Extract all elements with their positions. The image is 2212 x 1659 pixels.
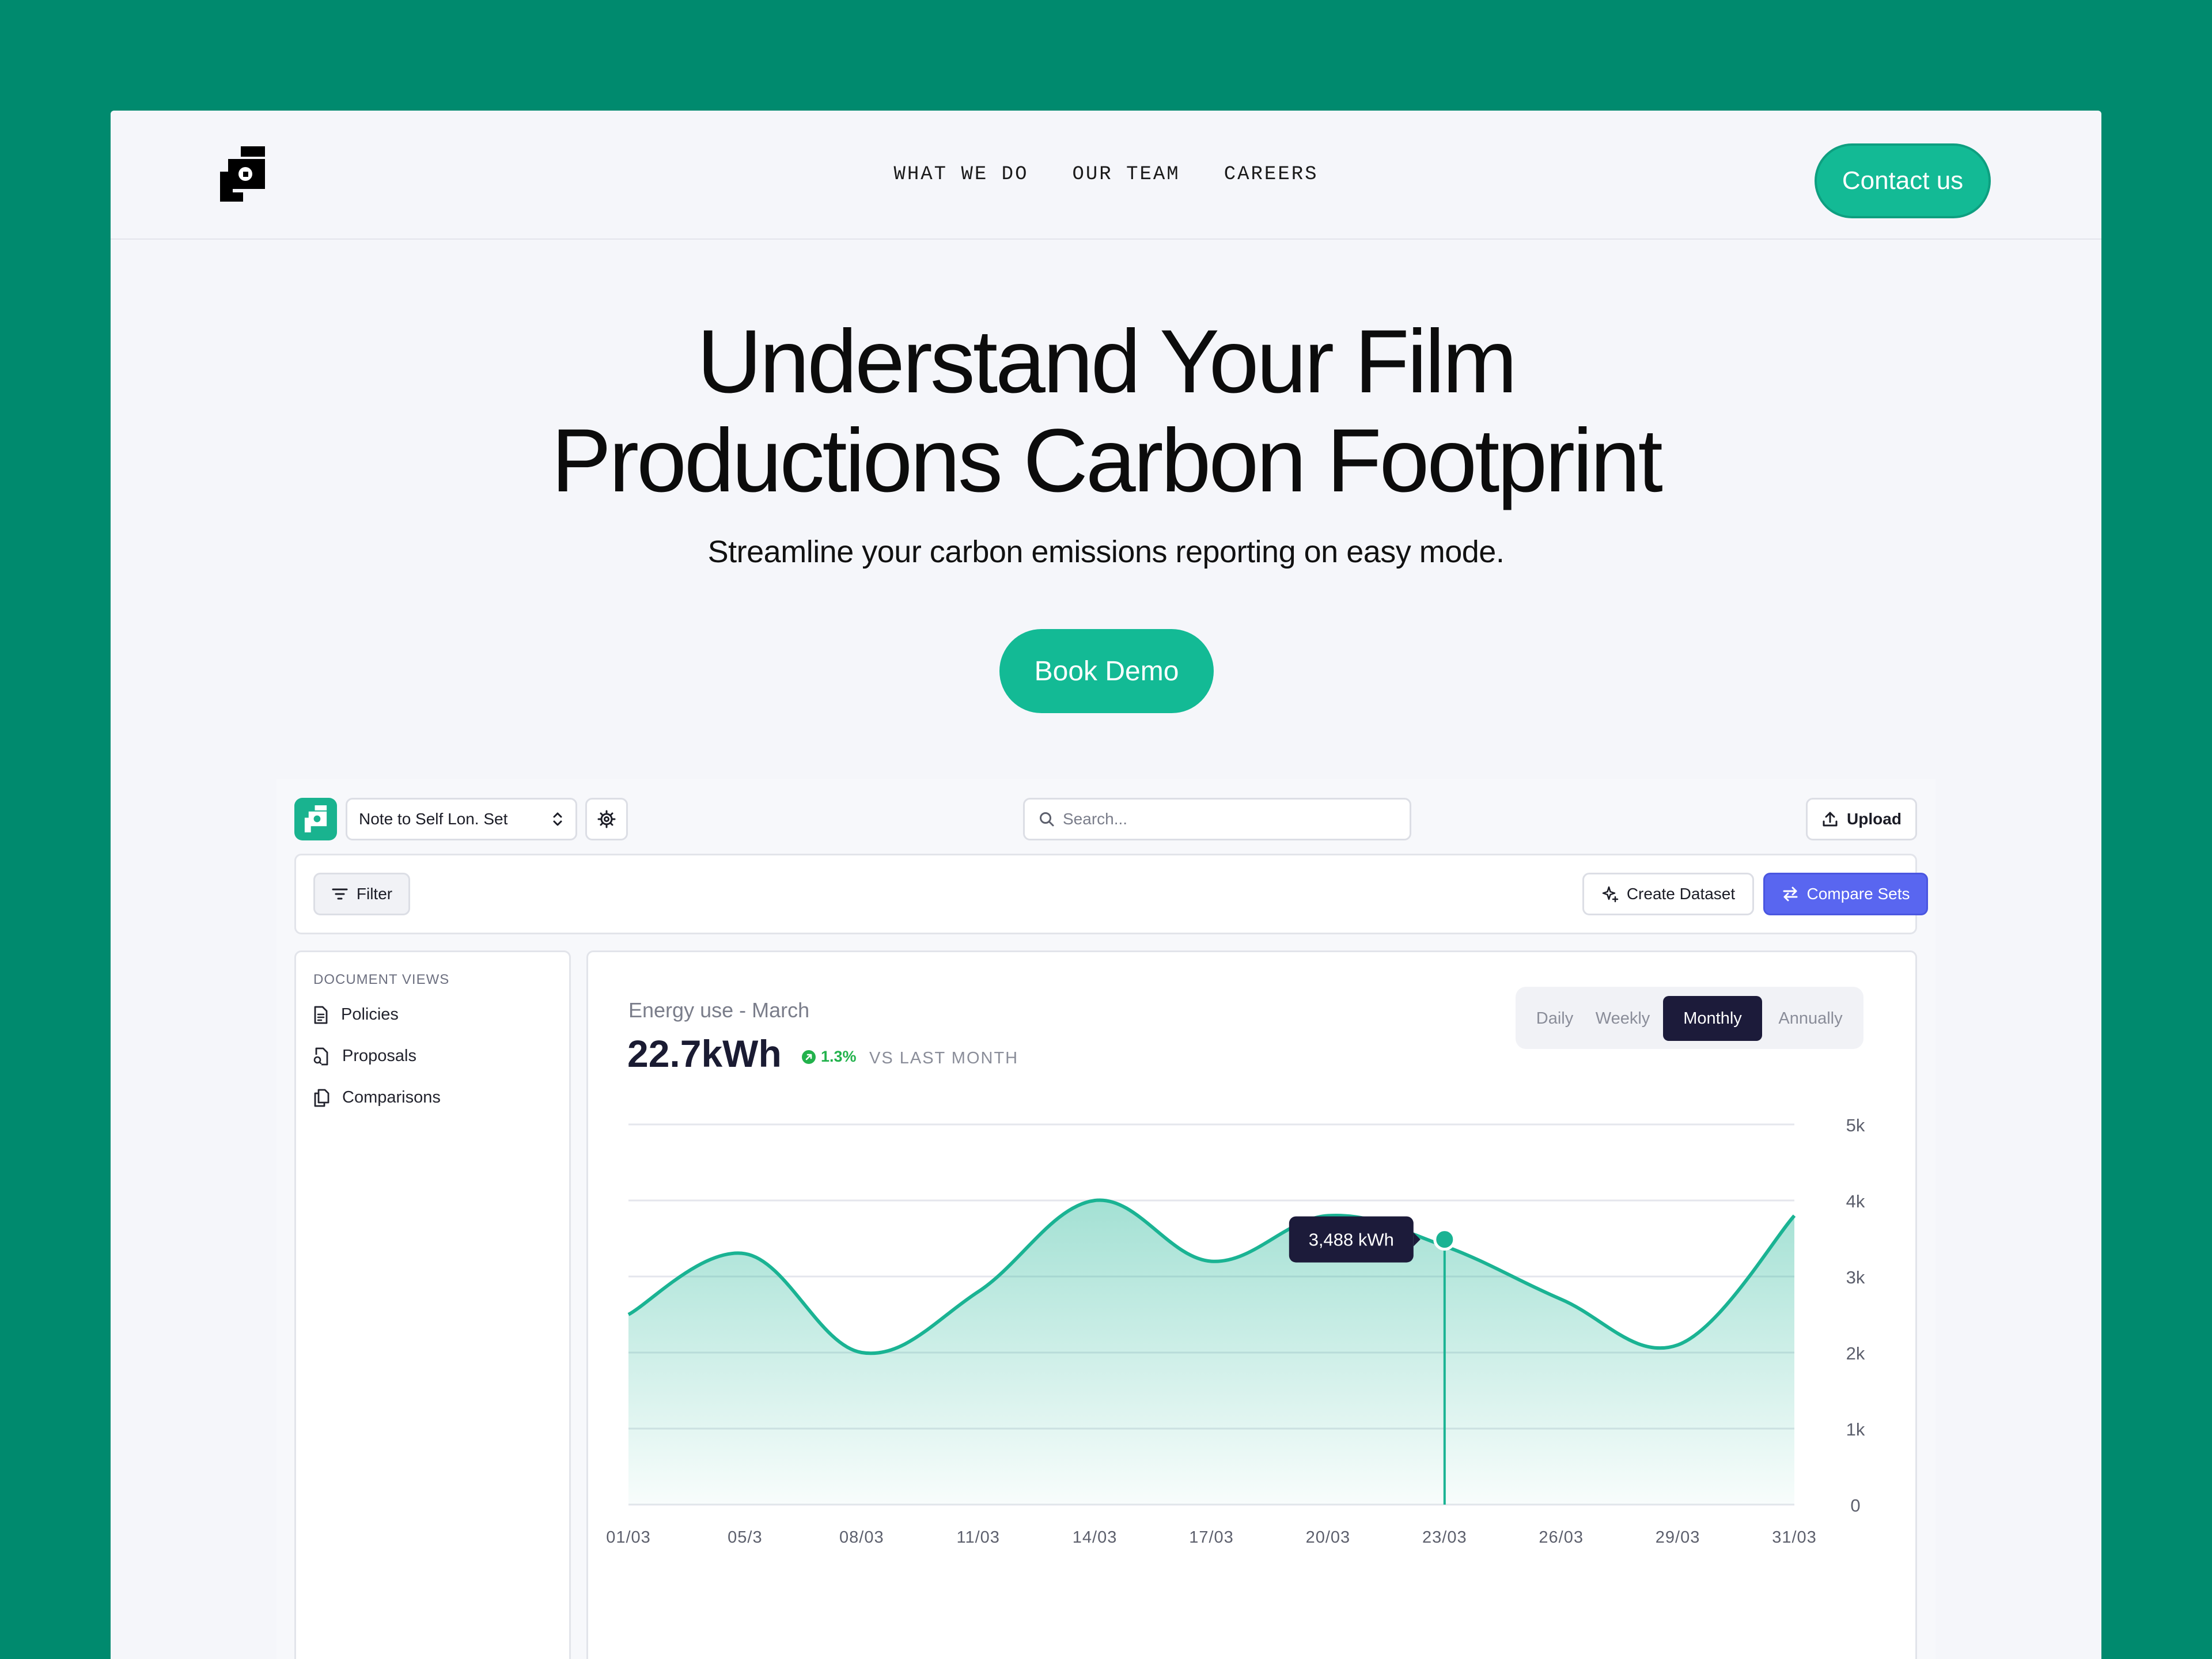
compare-sets-label: Compare Sets <box>1806 885 1910 903</box>
y-tick-label: 3k <box>1846 1267 1865 1287</box>
document-icon <box>314 1006 328 1024</box>
upload-button[interactable]: Upload <box>1806 798 1917 840</box>
x-tick-label: 23/03 <box>1422 1528 1467 1547</box>
x-tick-label: 26/03 <box>1539 1528 1584 1547</box>
sidebar-item-label: Comparisons <box>342 1088 441 1107</box>
create-dataset-button[interactable]: Create Dataset <box>1582 873 1754 915</box>
filter-button[interactable]: Filter <box>313 873 410 915</box>
toolbar: Filter Create Dataset Compare Sets <box>294 854 1928 934</box>
search-icon <box>1040 812 1054 827</box>
search-input[interactable]: Search... <box>1023 798 1411 840</box>
project-select[interactable]: Note to Self Lon. Set <box>346 798 577 840</box>
project-select-value: Note to Self Lon. Set <box>359 810 508 828</box>
swap-arrows-icon <box>1783 887 1798 902</box>
y-tick-label: 5k <box>1846 1115 1865 1135</box>
x-tick-label: 05/3 <box>728 1528 762 1547</box>
x-tick-label: 29/03 <box>1656 1528 1700 1547</box>
filter-label: Filter <box>356 885 393 903</box>
book-demo-button[interactable]: Book Demo <box>999 629 1214 713</box>
tooltip-label: 3,488 kWh <box>1309 1230 1394 1250</box>
upload-label: Upload <box>1847 810 1902 828</box>
nav-link-our-team[interactable]: OUR TEAM <box>1072 164 1180 185</box>
nav-link-careers[interactable]: CAREERS <box>1224 164 1319 185</box>
hero-title: Understand Your Film Productions Carbon … <box>111 312 2101 510</box>
y-tick-label: 4k <box>1846 1191 1865 1211</box>
sidebar-item-label: Policies <box>341 1005 399 1024</box>
create-dataset-label: Create Dataset <box>1626 885 1736 903</box>
x-tick-label: 31/03 <box>1772 1528 1817 1547</box>
x-tick-label: 17/03 <box>1189 1528 1234 1547</box>
nav-links: WHAT WE DO OUR TEAM CAREERS <box>111 111 2101 238</box>
y-tick-label: 0 <box>1850 1495 1860 1516</box>
app-logo-mark-icon <box>304 805 327 833</box>
sparkle-icon <box>1602 886 1619 903</box>
copy-documents-icon <box>314 1089 329 1107</box>
sidebar-item-proposals[interactable]: Proposals <box>313 1047 416 1066</box>
x-tick-label: 20/03 <box>1306 1528 1351 1547</box>
filter-icon <box>332 888 348 900</box>
sidebar-item-policies[interactable]: Policies <box>313 1005 399 1024</box>
hero-subtitle: Streamline your carbon emissions reporti… <box>707 535 1505 569</box>
app-logo-icon[interactable] <box>294 798 337 840</box>
chevron-up-down-icon <box>553 812 562 826</box>
sidebar-heading: DOCUMENT VIEWS <box>313 972 450 987</box>
y-tick-label: 1k <box>1846 1419 1865 1440</box>
x-tick-label: 11/03 <box>956 1528 999 1547</box>
energy-chart-panel: Energy use - March 22.7kWh 1.3% VS LAST … <box>586 950 1917 1659</box>
upload-icon <box>1823 812 1838 827</box>
hero-title-line-2: Productions Carbon Footprint <box>551 411 1663 511</box>
document-views-sidebar: DOCUMENT VIEWS Policies Proposals Compar… <box>294 950 571 1659</box>
x-tick-label: 01/03 <box>606 1528 651 1547</box>
compare-sets-button[interactable]: Compare Sets <box>1763 873 1928 915</box>
x-tick-label: 08/03 <box>839 1528 884 1547</box>
top-navigation: WHAT WE DO OUR TEAM CAREERS Contact us <box>111 111 2101 240</box>
area-fill <box>628 1200 1794 1505</box>
contact-us-button[interactable]: Contact us <box>1815 143 1991 218</box>
search-placeholder: Search... <box>1063 810 1128 828</box>
x-tick-label: 14/03 <box>1073 1528 1118 1547</box>
hero-title-line-1: Understand Your Film <box>696 312 1517 412</box>
sidebar-item-label: Proposals <box>342 1047 416 1065</box>
energy-area-chart: 0 1k 2k 3k 4k 5k 01/03 05/3 08/03 11/03 14/03 17/03… <box>606 1115 1865 1547</box>
proposal-document-icon <box>313 1047 328 1065</box>
gear-icon <box>597 810 616 828</box>
nav-link-what-we-do[interactable]: WHAT WE DO <box>893 164 1028 185</box>
settings-button[interactable] <box>585 798 628 840</box>
highlight-point <box>1433 1228 1456 1251</box>
landing-page: WHAT WE DO OUR TEAM CAREERS Contact us U… <box>111 111 2101 1659</box>
dashboard-preview: Note to Self Lon. Set Search... Upload F… <box>276 779 1936 1659</box>
sidebar-item-comparisons[interactable]: Comparisons <box>313 1088 441 1107</box>
y-tick-label: 2k <box>1846 1343 1865 1363</box>
